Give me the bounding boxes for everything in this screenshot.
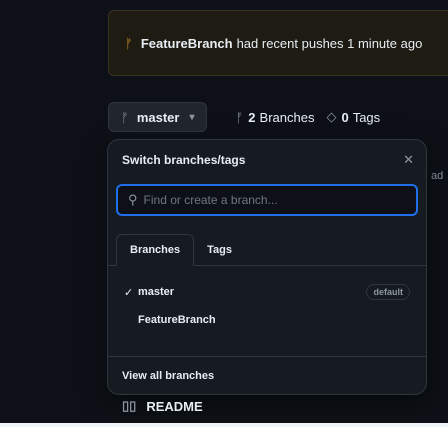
obscured-text: ad [431,170,444,182]
branch-select-button[interactable]: ᚠ master ▾ [108,102,208,132]
panel-tabs: Branches Tags [108,234,426,266]
branches-label: Branches [259,109,315,125]
branch-item-name: master [138,286,175,298]
readme-header[interactable]: ▯▯ README [122,398,203,414]
book-icon: ▯▯ [122,398,137,413]
tags-count: 0 [341,109,349,125]
tab-tags[interactable]: Tags [194,234,245,265]
branches-count: 2 [248,109,256,125]
branch-search-box: ⚲ [116,184,418,216]
branch-item-master[interactable]: ✓ master default [108,278,426,306]
git-branch-icon: ᚠ [125,35,133,51]
page-divider [0,423,448,427]
default-badge: default [366,284,410,300]
panel-title: Switch branches/tags [122,153,246,167]
readme-label: README [146,398,203,414]
branch-search-input[interactable] [143,193,384,207]
git-branch-icon: ᚠ [121,109,129,125]
banner-branch-name[interactable]: FeatureBranch [141,36,233,51]
tags-link[interactable]: ◇ 0 Tags [326,109,380,125]
git-branch-icon: ᚠ [235,109,244,125]
repo-toolbar: ᚠ master ▾ ᚠ 2 Branches ◇ 0 Tags [108,102,380,132]
branch-item-name: FeatureBranch [138,314,216,326]
panel-header: Switch branches/tags ✕ [108,140,426,180]
tag-icon: ◇ [326,109,337,124]
branches-link[interactable]: ᚠ 2 Branches [235,110,314,125]
current-branch-label: master [136,109,180,125]
branch-switcher-panel: Switch branches/tags ✕ ⚲ Branches Tags ✓… [107,139,427,395]
chevron-down-icon: ▾ [189,111,195,123]
view-all-branches-link[interactable]: View all branches [108,356,426,394]
tab-branches[interactable]: Branches [116,234,195,266]
branch-item-featurebranch[interactable]: FeatureBranch [108,306,426,334]
tags-label: Tags [352,109,381,125]
recent-push-banner: ᚠ FeatureBranch had recent pushes 1 minu… [108,10,448,76]
banner-text: had recent pushes 1 minute ago [236,35,423,51]
check-icon: ✓ [124,286,134,299]
search-icon: ⚲ [128,192,138,207]
close-icon[interactable]: ✕ [403,152,414,168]
branch-list: ✓ master default FeatureBranch [108,266,426,334]
